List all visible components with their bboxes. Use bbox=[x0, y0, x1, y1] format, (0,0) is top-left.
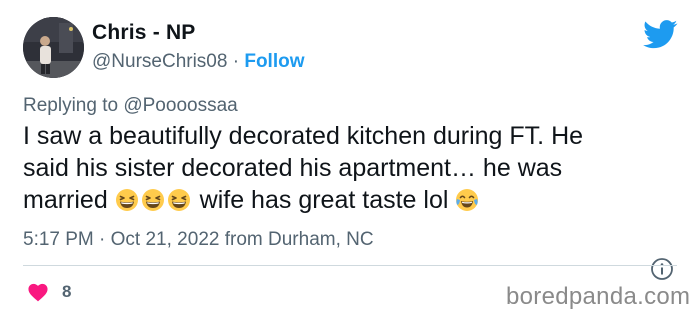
tweet-time[interactable]: 5:17 PM bbox=[23, 229, 94, 250]
meta-separator: · bbox=[99, 229, 106, 250]
reply-handle[interactable]: @Poooossaa bbox=[123, 95, 237, 116]
display-name[interactable]: Chris - NP bbox=[92, 21, 196, 45]
tweet-date[interactable]: Oct 21, 2022 bbox=[111, 229, 220, 250]
tweet-text: I saw a beautifully decorated kitchen du… bbox=[23, 120, 683, 216]
tweet-line-3-start: married bbox=[23, 186, 108, 214]
follow-button[interactable]: Follow bbox=[244, 51, 304, 72]
grinning-squinting-face-icon bbox=[167, 189, 190, 211]
handle-separator: · bbox=[232, 51, 240, 72]
twitter-bird-icon[interactable] bbox=[643, 20, 678, 49]
replying-to: Replying to @Poooossaa bbox=[23, 95, 238, 117]
tweet-line-2: said his sister decorated his apartment…… bbox=[23, 154, 563, 182]
face-with-tears-of-joy-icon bbox=[456, 189, 479, 211]
like-count[interactable]: 8 bbox=[62, 282, 71, 302]
location-prefix: from bbox=[224, 229, 263, 250]
tweet-meta: 5:17 PM · Oct 21, 2022 from Durham, NC bbox=[23, 229, 374, 251]
grinning-squinting-face-icon bbox=[141, 189, 164, 211]
grinning-squinting-face-icon bbox=[115, 189, 138, 211]
replying-to-label: Replying to bbox=[23, 95, 119, 116]
watermark: boredpanda.com bbox=[506, 283, 691, 310]
heart-icon[interactable] bbox=[27, 282, 49, 302]
avatar[interactable] bbox=[23, 17, 84, 78]
user-handle[interactable]: @NurseChris08 bbox=[92, 51, 227, 72]
tweet-line-3: married wife has great taste lol bbox=[23, 184, 683, 216]
info-icon[interactable] bbox=[650, 257, 674, 281]
tweet-card: Chris - NP @NurseChris08 · Follow Replyi… bbox=[0, 0, 700, 319]
tweet-location: Durham, NC bbox=[268, 229, 374, 250]
tweet-line-1: I saw a beautifully decorated kitchen du… bbox=[23, 122, 584, 150]
tweet-line-3-mid: wife has great taste lol bbox=[199, 186, 449, 214]
handle-row: @NurseChris08 · Follow bbox=[92, 51, 305, 73]
divider bbox=[23, 265, 677, 266]
